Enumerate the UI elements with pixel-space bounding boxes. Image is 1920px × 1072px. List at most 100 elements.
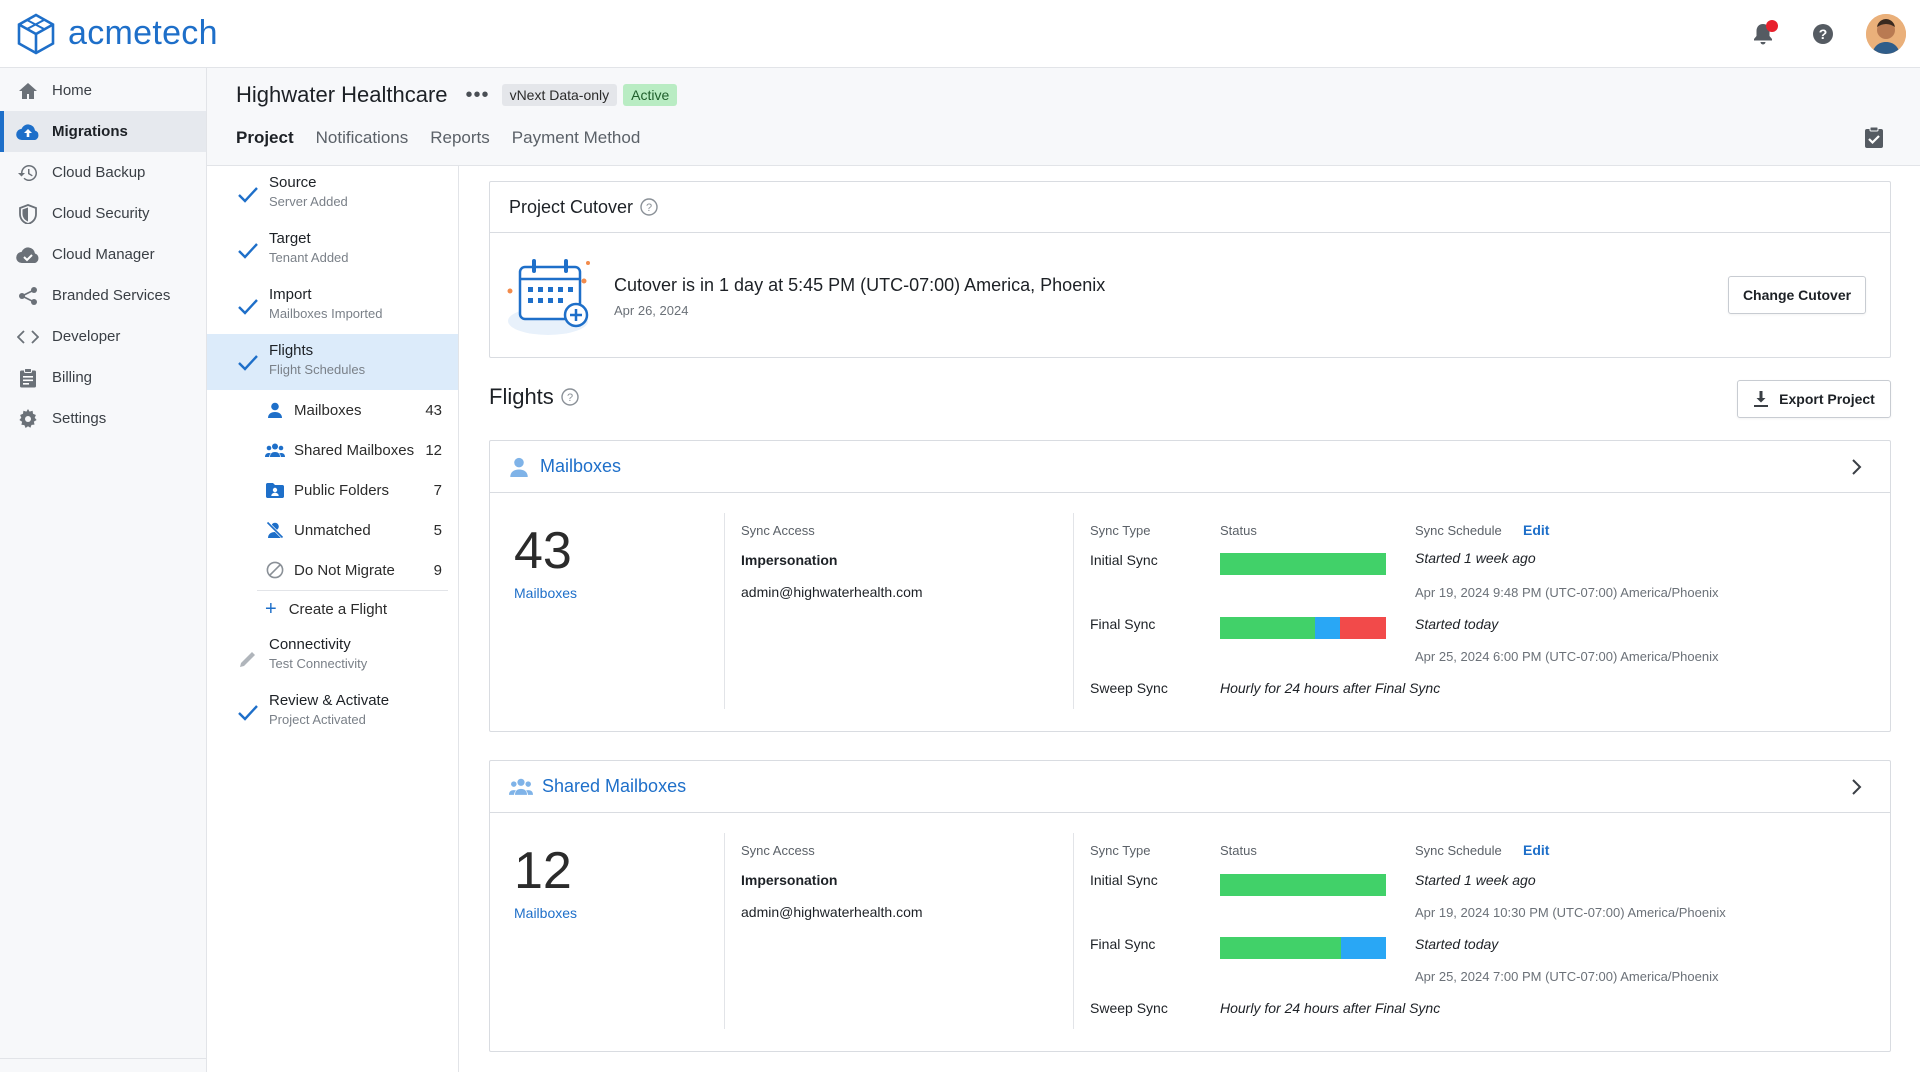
sync-type-label: Sync Type bbox=[1090, 843, 1151, 858]
final-sync-label: Final Sync bbox=[1090, 616, 1156, 632]
edit-schedule-link[interactable]: Edit bbox=[1523, 842, 1549, 858]
step-flights[interactable]: Flights Flight Schedules bbox=[207, 334, 458, 390]
checkmark-icon bbox=[238, 355, 258, 371]
step-connectivity[interactable]: Connectivity Test Connectivity bbox=[207, 628, 458, 684]
clipboard-check-icon[interactable] bbox=[1862, 126, 1886, 150]
help-button[interactable]: ? bbox=[1806, 17, 1840, 51]
step-import[interactable]: Import Mailboxes Imported bbox=[207, 278, 458, 334]
final-sync-label: Final Sync bbox=[1090, 936, 1156, 952]
sub-item-unmatched[interactable]: Unmatched 5 bbox=[207, 510, 458, 550]
nav-item-developer[interactable]: Developer bbox=[0, 316, 206, 357]
status-label: Status bbox=[1220, 523, 1257, 538]
card-title: Project Cutover bbox=[509, 196, 634, 217]
nav-label: Developer bbox=[52, 328, 121, 345]
logo[interactable]: acmetech bbox=[14, 12, 218, 56]
project-type-badge: vNext Data-only bbox=[501, 84, 618, 106]
sweep-sync-schedule: Hourly for 24 hours after Final Sync bbox=[1220, 1000, 1441, 1016]
help-icon: ? bbox=[1813, 24, 1833, 44]
step-title: Review & Activate bbox=[269, 692, 390, 709]
plus-icon: + bbox=[265, 598, 277, 620]
change-cutover-button[interactable]: Change Cutover bbox=[1728, 276, 1866, 314]
sub-item-label: Unmatched bbox=[294, 521, 371, 539]
sync-schedule-label: Sync Schedule bbox=[1415, 843, 1502, 858]
initial-sync-label: Initial Sync bbox=[1090, 872, 1158, 888]
sweep-sync-label: Sweep Sync bbox=[1090, 1000, 1168, 1016]
chevron-right-icon[interactable] bbox=[1848, 457, 1864, 477]
chevron-right-icon[interactable] bbox=[1848, 777, 1864, 797]
step-review-activate[interactable]: Review & Activate Project Activated bbox=[207, 684, 458, 740]
shield-icon bbox=[16, 202, 40, 226]
sync-access-method: Impersonation bbox=[741, 872, 838, 888]
edit-schedule-link[interactable]: Edit bbox=[1523, 522, 1549, 538]
nav-footer-divider bbox=[0, 1058, 206, 1072]
calendar-illustration-icon bbox=[507, 259, 590, 335]
flight-card-mailboxes: Mailboxes 43 Mailboxes Sync Access Imper… bbox=[489, 440, 1891, 732]
avatar[interactable] bbox=[1866, 14, 1906, 54]
checkmark-icon bbox=[238, 705, 258, 721]
steps-panel: Source Server Added Target Tenant Added … bbox=[207, 166, 459, 1072]
tab-payment-method[interactable]: Payment Method bbox=[512, 128, 641, 148]
step-subtitle: Mailboxes Imported bbox=[269, 306, 383, 321]
sync-access-label: Sync Access bbox=[741, 843, 815, 858]
tab-notifications[interactable]: Notifications bbox=[316, 128, 409, 148]
nav-item-migrations[interactable]: Migrations bbox=[0, 111, 206, 152]
final-sync-started: Started today bbox=[1415, 936, 1499, 952]
step-subtitle: Test Connectivity bbox=[269, 656, 368, 671]
flights-title: Flights bbox=[489, 384, 554, 409]
nav-label: Billing bbox=[52, 369, 93, 386]
step-target[interactable]: Target Tenant Added bbox=[207, 222, 458, 278]
create-flight-button[interactable]: + Create a Flight bbox=[257, 590, 448, 628]
nav-item-branded-services[interactable]: Branded Services bbox=[0, 275, 206, 316]
notification-dot bbox=[1766, 20, 1778, 32]
nav-item-billing[interactable]: Billing bbox=[0, 357, 206, 398]
nav-item-cloud-backup[interactable]: Cloud Backup bbox=[0, 152, 206, 193]
notifications-button[interactable] bbox=[1746, 17, 1780, 51]
share-icon bbox=[16, 284, 40, 308]
sync-schedule-label: Sync Schedule bbox=[1415, 523, 1502, 538]
nav-item-cloud-security[interactable]: Cloud Security bbox=[0, 193, 206, 234]
flight-card-header[interactable]: Shared Mailboxes bbox=[490, 761, 1890, 813]
download-icon bbox=[1754, 391, 1769, 407]
export-project-label: Export Project bbox=[1779, 391, 1875, 407]
final-sync-time: Apr 25, 2024 6:00 PM (UTC-07:00) America… bbox=[1415, 649, 1719, 664]
cutover-message: Cutover is in 1 day at 5:45 PM (UTC-07:0… bbox=[614, 275, 1106, 295]
help-circle-icon[interactable]: ? bbox=[640, 198, 658, 216]
nav-item-home[interactable]: Home bbox=[0, 70, 206, 111]
sync-access-method: Impersonation bbox=[741, 552, 838, 568]
step-source[interactable]: Source Server Added bbox=[207, 166, 458, 222]
folder-user-icon bbox=[265, 480, 285, 500]
mailbox-count-link[interactable]: Mailboxes bbox=[514, 905, 577, 921]
mailbox-count: 43 bbox=[514, 522, 572, 580]
sync-access-account: admin@highwaterhealth.com bbox=[741, 904, 923, 920]
status-complete-segment bbox=[1220, 553, 1386, 575]
divider bbox=[724, 513, 725, 709]
sub-item-mailboxes[interactable]: Mailboxes 43 bbox=[207, 390, 458, 430]
export-project-button[interactable]: Export Project bbox=[1737, 380, 1891, 418]
cloud-check-icon bbox=[16, 243, 40, 267]
sub-item-label: Do Not Migrate bbox=[294, 561, 395, 579]
home-icon bbox=[16, 79, 40, 103]
mailbox-count-link[interactable]: Mailboxes bbox=[514, 585, 577, 601]
user-icon bbox=[265, 400, 285, 420]
flight-card-header[interactable]: Mailboxes bbox=[490, 441, 1890, 493]
step-title: Target bbox=[269, 230, 311, 247]
final-sync-status-bar bbox=[1220, 937, 1386, 959]
user-off-icon bbox=[265, 520, 285, 540]
users-icon bbox=[509, 778, 533, 795]
nav-item-settings[interactable]: Settings bbox=[0, 398, 206, 439]
code-icon bbox=[16, 325, 40, 349]
help-circle-icon[interactable]: ? bbox=[561, 388, 579, 406]
nav-label: Cloud Manager bbox=[52, 246, 155, 263]
sweep-sync-schedule: Hourly for 24 hours after Final Sync bbox=[1220, 680, 1441, 696]
sub-item-label: Public Folders bbox=[294, 481, 390, 499]
status-label: Status bbox=[1220, 843, 1257, 858]
flight-card-shared-mailboxes: Shared Mailboxes 12 Mailboxes Sync Acces… bbox=[489, 760, 1891, 1052]
sub-item-do-not-migrate[interactable]: Do Not Migrate 9 bbox=[207, 550, 458, 590]
nav-label: Branded Services bbox=[52, 287, 171, 304]
tab-reports[interactable]: Reports bbox=[430, 128, 490, 148]
sub-item-public-folders[interactable]: Public Folders 7 bbox=[207, 470, 458, 510]
more-options-button[interactable]: ••• bbox=[466, 84, 490, 107]
tab-project[interactable]: Project bbox=[236, 128, 294, 148]
sub-item-shared-mailboxes[interactable]: Shared Mailboxes 12 bbox=[207, 430, 458, 470]
nav-item-cloud-manager[interactable]: Cloud Manager bbox=[0, 234, 206, 275]
